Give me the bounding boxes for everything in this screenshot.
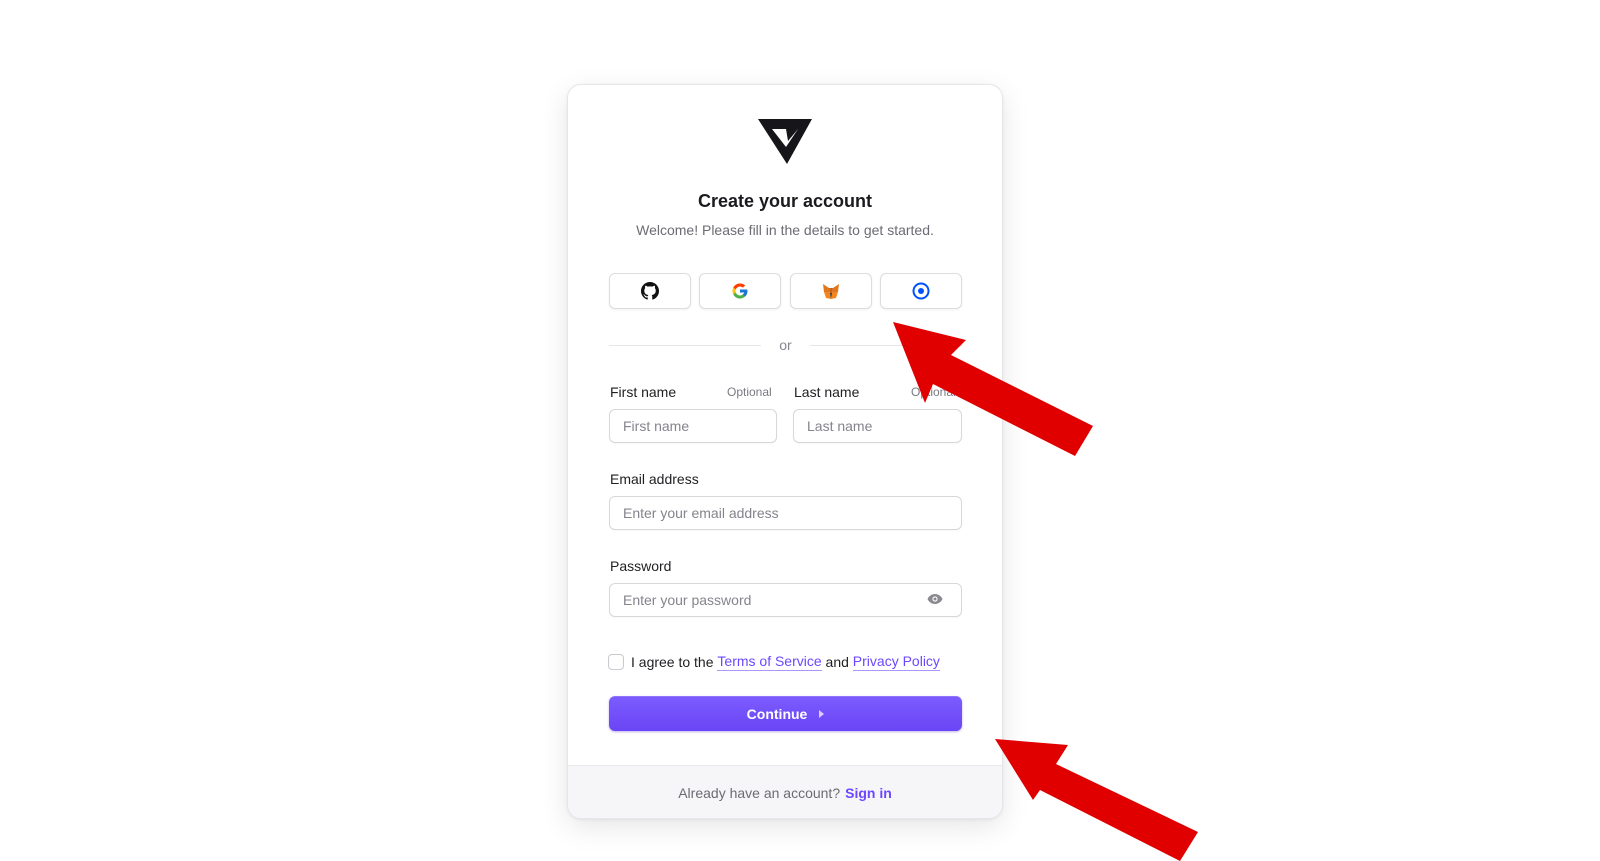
signup-card: Create your account Welcome! Please fill… xyxy=(567,84,1003,819)
coinbase-login-button[interactable] xyxy=(879,273,962,309)
annotation-arrow-bottom xyxy=(995,739,1198,861)
continue-button[interactable]: Continue xyxy=(609,696,962,731)
continue-label: Continue xyxy=(746,705,808,722)
social-login-row xyxy=(609,273,962,311)
agree-prefix: I agree to the xyxy=(631,654,714,670)
page-title: Create your account xyxy=(697,191,873,211)
metamask-login-button[interactable] xyxy=(789,273,872,309)
first-name-input[interactable] xyxy=(609,409,777,443)
sign-in-link[interactable]: Sign in xyxy=(845,785,892,801)
github-login-button[interactable] xyxy=(609,273,691,309)
github-icon xyxy=(641,282,659,300)
eye-icon[interactable] xyxy=(927,593,943,605)
card-footer: Already have an account? Sign in xyxy=(568,765,1002,818)
last-name-input[interactable] xyxy=(793,409,962,443)
password-label: Password xyxy=(610,558,672,574)
metamask-fox-icon xyxy=(822,283,839,299)
page: Create your account Welcome! Please fill… xyxy=(0,0,1600,861)
google-login-button[interactable] xyxy=(699,273,782,309)
first-name-optional: Optional xyxy=(727,385,772,399)
terms-agreement: I agree to the Terms of Service and Priv… xyxy=(608,652,940,672)
first-name-label: First name xyxy=(610,384,677,400)
email-input[interactable] xyxy=(609,496,962,530)
password-input[interactable] xyxy=(609,583,962,617)
page-subtitle: Welcome! Please fill in the details to g… xyxy=(636,222,934,238)
brand-v-logo-icon xyxy=(758,119,812,164)
terms-of-service-link[interactable]: Terms of Service xyxy=(717,653,822,671)
or-divider: or xyxy=(609,336,962,356)
agree-and: and xyxy=(825,654,849,670)
google-icon xyxy=(732,283,748,299)
email-label: Email address xyxy=(610,471,699,487)
last-name-optional: Optional xyxy=(911,385,956,399)
coinbase-circle-icon xyxy=(912,282,930,300)
last-name-label: Last name xyxy=(794,384,860,400)
privacy-policy-link[interactable]: Privacy Policy xyxy=(852,653,940,671)
caret-right-icon xyxy=(819,709,825,718)
signin-prompt: Already have an account? xyxy=(678,784,841,801)
card-body: Create your account Welcome! Please fill… xyxy=(568,85,1002,765)
terms-checkbox[interactable] xyxy=(608,654,624,670)
